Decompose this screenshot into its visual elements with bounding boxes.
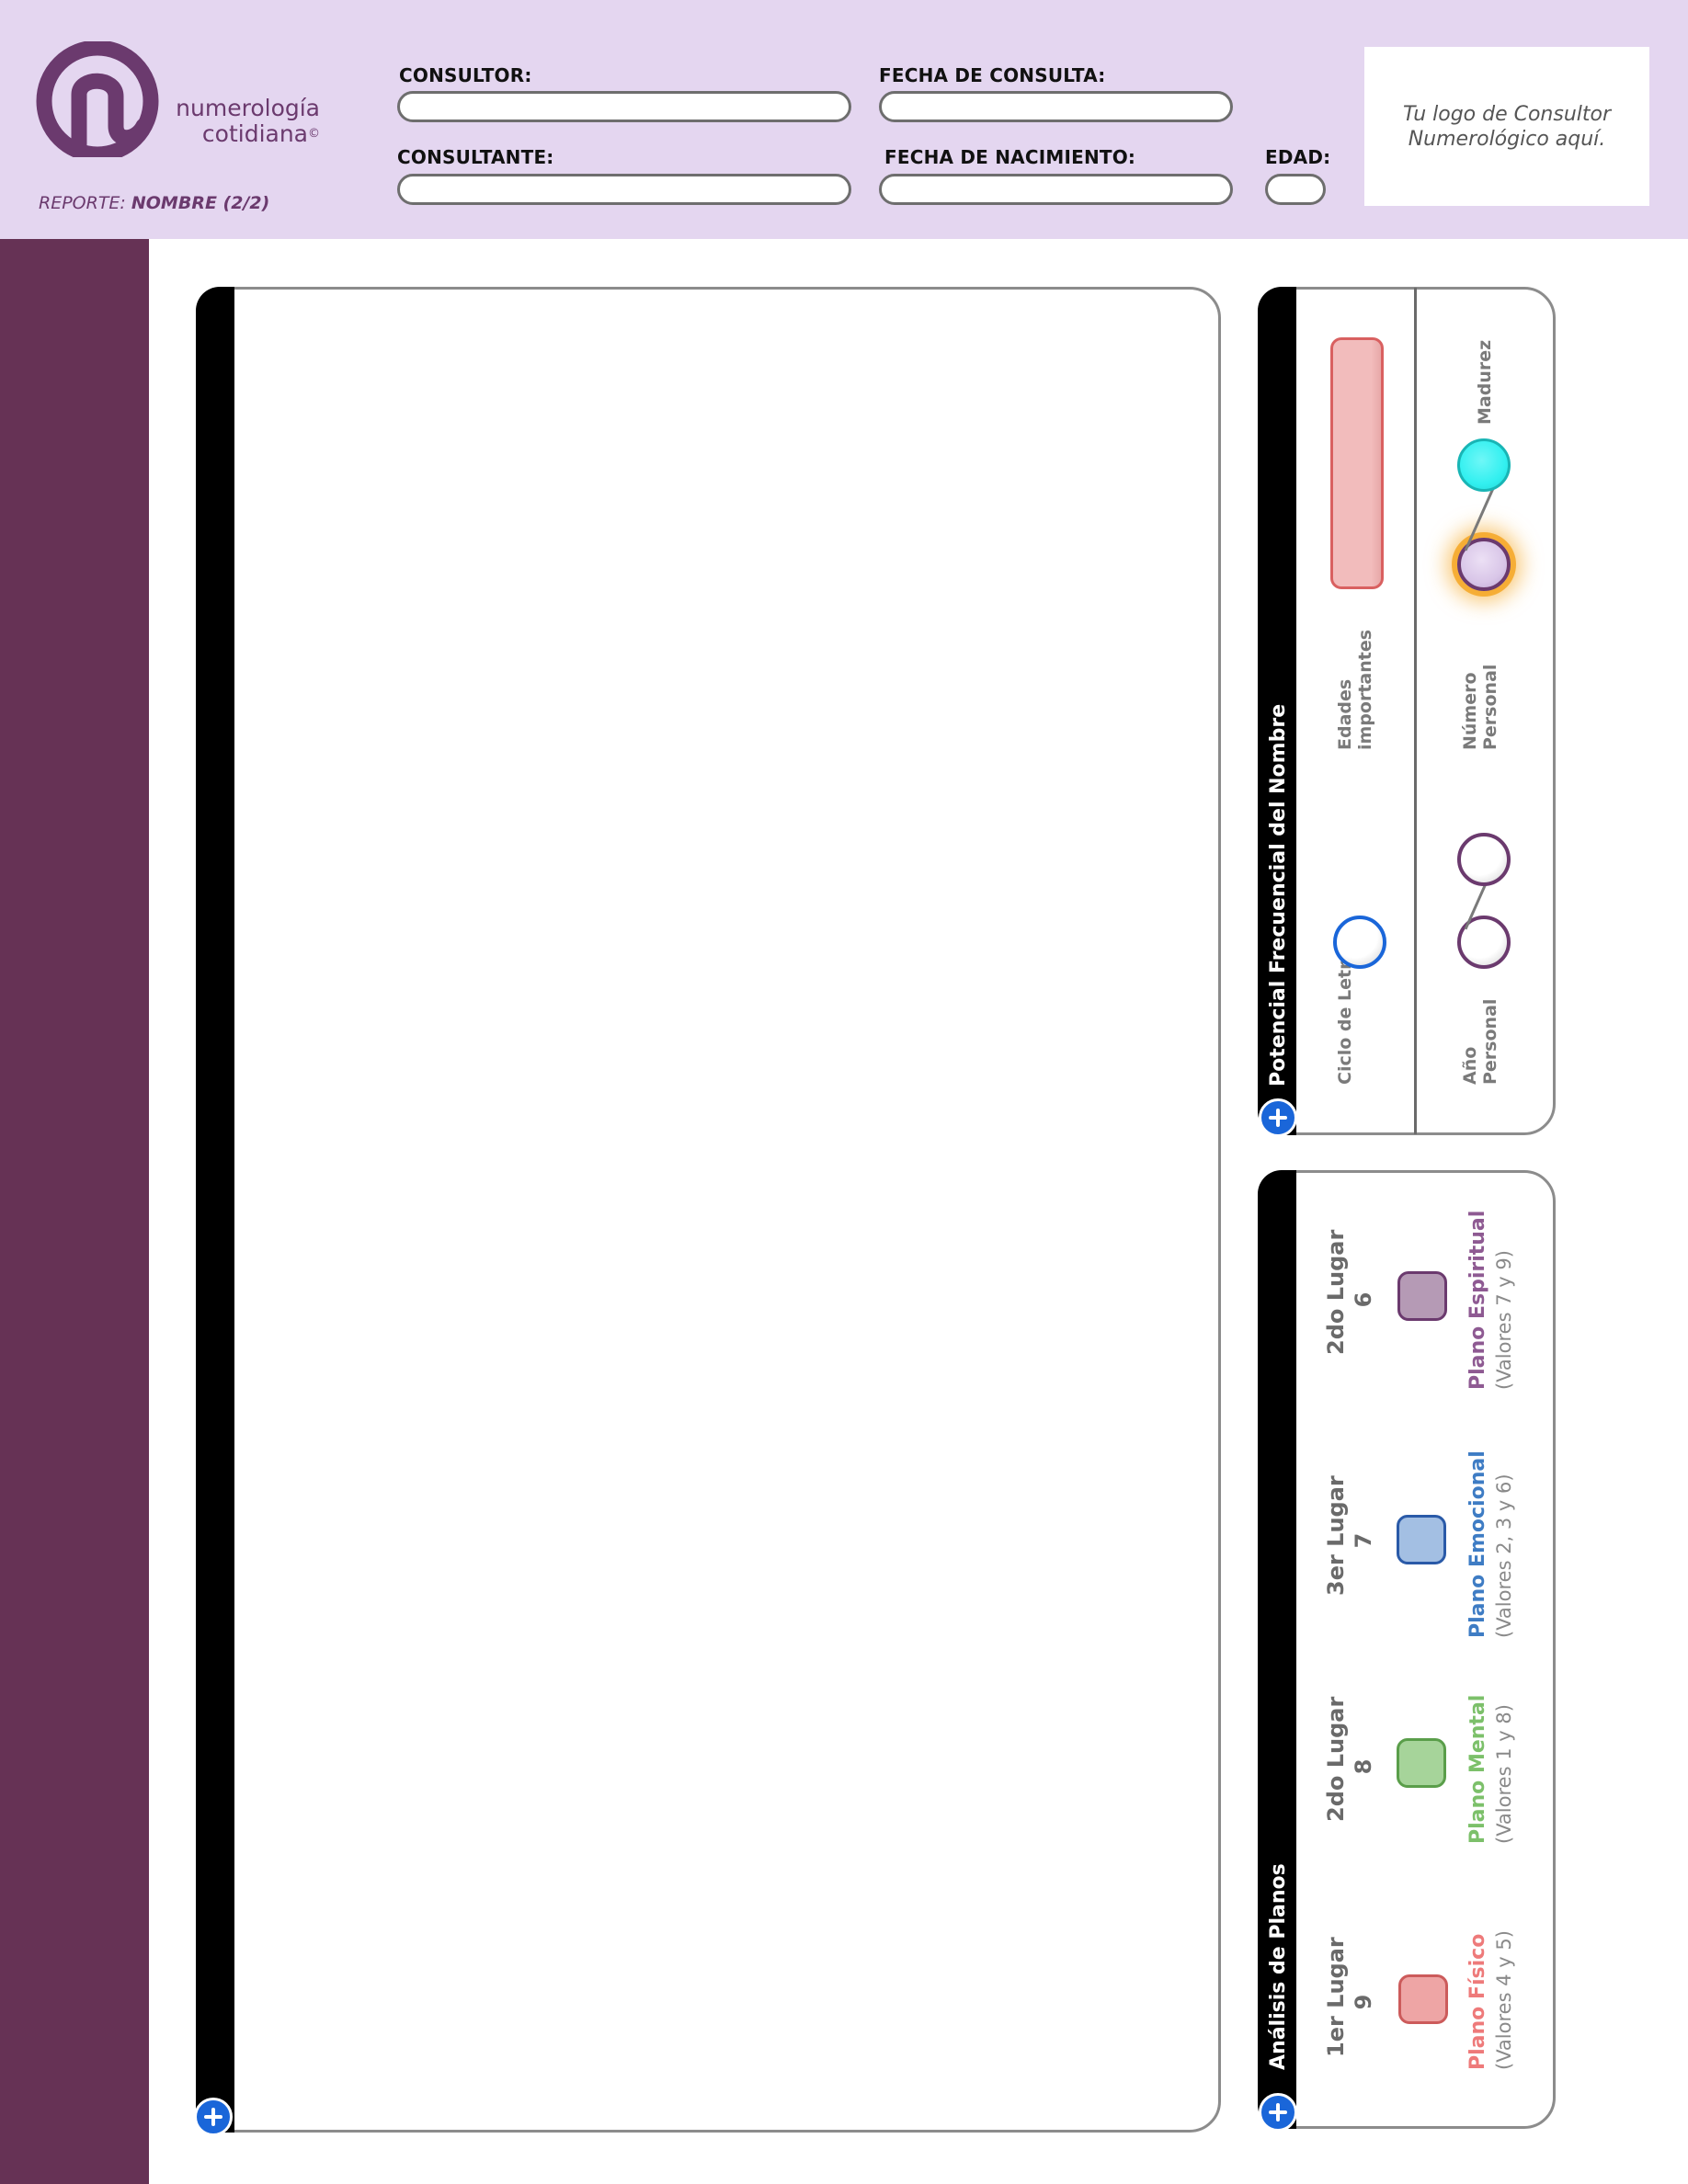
plano-2-square[interactable] bbox=[1397, 1738, 1446, 1788]
numerologia-logo-icon bbox=[35, 40, 167, 163]
plano-2-place-text: 2do Lugar bbox=[1323, 1696, 1349, 1822]
plano-1-value: 9 bbox=[1351, 1994, 1376, 2010]
report-label: REPORTE: NOMBRE (2/2) bbox=[39, 193, 269, 213]
potencial-add-button[interactable] bbox=[1259, 1098, 1297, 1137]
ano-personal-label: Año Personal bbox=[1460, 998, 1500, 1085]
plano-2-place: 2do Lugar 8 bbox=[1322, 1696, 1377, 1822]
plano-4-name: Plano Espiritual bbox=[1466, 1210, 1489, 1390]
plano-3-square[interactable] bbox=[1397, 1515, 1446, 1564]
madurez-circle[interactable] bbox=[1457, 438, 1511, 492]
plano-1-caption: Plano Físico (Valores 4 y 5) bbox=[1466, 1923, 1517, 2070]
plano-2-name: Plano Mental bbox=[1466, 1694, 1489, 1844]
logo-placeholder-text: Tu logo de Consultor Numerológico aquí. bbox=[1402, 102, 1612, 151]
plus-icon bbox=[1269, 1109, 1287, 1127]
plano-1-sub: (Valores 4 y 5) bbox=[1493, 1930, 1515, 2070]
plano-4-value: 6 bbox=[1351, 1291, 1376, 1308]
fecha-nacimiento-input[interactable] bbox=[882, 176, 1230, 202]
fecha-consulta-field[interactable] bbox=[879, 91, 1233, 122]
edad-input[interactable] bbox=[1268, 176, 1323, 202]
copyright-mark: © bbox=[308, 127, 320, 141]
fecha-nacimiento-field[interactable] bbox=[879, 174, 1233, 205]
plano-4-caption: Plano Espiritual (Valores 7 y 9) bbox=[1466, 1210, 1517, 1390]
fecha-consulta-input[interactable] bbox=[882, 94, 1230, 119]
edad-field[interactable] bbox=[1265, 174, 1326, 205]
consultor-input[interactable] bbox=[400, 94, 849, 119]
plano-3-place: 3er Lugar 7 bbox=[1322, 1475, 1377, 1596]
brand-line1: numerología bbox=[176, 95, 320, 121]
report-prefix: REPORTE: bbox=[39, 193, 131, 213]
plano-4-place: 2do Lugar 6 bbox=[1322, 1229, 1377, 1355]
plano-2-value: 8 bbox=[1351, 1758, 1376, 1775]
plus-icon bbox=[1269, 2103, 1287, 2121]
plano-1-square[interactable] bbox=[1398, 1974, 1448, 2024]
edades-label: Edades importantes bbox=[1335, 629, 1375, 750]
plano-3-value: 7 bbox=[1351, 1532, 1376, 1549]
potencial-panel bbox=[1258, 287, 1556, 1135]
plano-2-sub: (Valores 1 y 8) bbox=[1493, 1704, 1515, 1844]
notes-add-button[interactable] bbox=[194, 2098, 233, 2136]
ciclo-letras-label: Ciclo de Letras bbox=[1335, 938, 1355, 1085]
consultante-field[interactable] bbox=[397, 174, 851, 205]
ano-personal-circle-2[interactable] bbox=[1457, 833, 1511, 886]
brand-line2: cotidiana© bbox=[165, 121, 320, 147]
plano-1-place-text: 1er Lugar bbox=[1323, 1937, 1349, 2057]
plano-4-square[interactable] bbox=[1397, 1271, 1447, 1321]
plano-3-caption: Plano Emocional (Valores 2, 3 y 6) bbox=[1466, 1450, 1517, 1638]
fecha-nacimiento-label: FECHA DE NACIMIENTO: bbox=[884, 146, 1136, 168]
plano-2-caption: Plano Mental (Valores 1 y 8) bbox=[1466, 1694, 1517, 1844]
plano-1-place: 1er Lugar 9 bbox=[1322, 1937, 1377, 2057]
report-name: NOMBRE (2/2) bbox=[131, 193, 270, 213]
planos-add-button[interactable] bbox=[1259, 2093, 1297, 2132]
edad-label: EDAD: bbox=[1265, 146, 1331, 168]
plus-icon bbox=[204, 2108, 222, 2126]
plano-4-sub: (Valores 7 y 9) bbox=[1493, 1250, 1515, 1390]
ciclo-letras-circle[interactable] bbox=[1333, 916, 1386, 969]
fecha-consulta-label: FECHA DE CONSULTA: bbox=[879, 64, 1106, 86]
planos-title: Análisis de Planos bbox=[1267, 1863, 1290, 2070]
notes-panel[interactable] bbox=[196, 287, 1221, 2133]
brand-line2-text: cotidiana bbox=[201, 120, 308, 147]
consultor-logo-placeholder[interactable]: Tu logo de Consultor Numerológico aquí. bbox=[1364, 47, 1649, 206]
sidebar bbox=[0, 239, 149, 2184]
potencial-title: Potencial Frecuencial del Nombre bbox=[1267, 703, 1290, 1086]
brand-name: numerología cotidiana© bbox=[165, 96, 320, 147]
consultante-input[interactable] bbox=[400, 176, 849, 202]
plano-3-sub: (Valores 2, 3 y 6) bbox=[1493, 1473, 1515, 1638]
edades-bar[interactable] bbox=[1330, 337, 1384, 589]
plano-1-name: Plano Físico bbox=[1466, 1933, 1489, 2070]
consultor-field[interactable] bbox=[397, 91, 851, 122]
notes-panel-bar bbox=[196, 287, 234, 2133]
potencial-divider bbox=[1414, 288, 1417, 1134]
numero-personal-label: Número Personal bbox=[1460, 664, 1500, 750]
plano-3-name: Plano Emocional bbox=[1466, 1450, 1489, 1638]
consultante-label: CONSULTANTE: bbox=[397, 146, 554, 168]
plano-4-place-text: 2do Lugar bbox=[1323, 1229, 1349, 1355]
plano-3-place-text: 3er Lugar bbox=[1323, 1475, 1349, 1596]
madurez-label: Madurez bbox=[1475, 339, 1495, 425]
consultor-label: CONSULTOR: bbox=[399, 64, 532, 86]
